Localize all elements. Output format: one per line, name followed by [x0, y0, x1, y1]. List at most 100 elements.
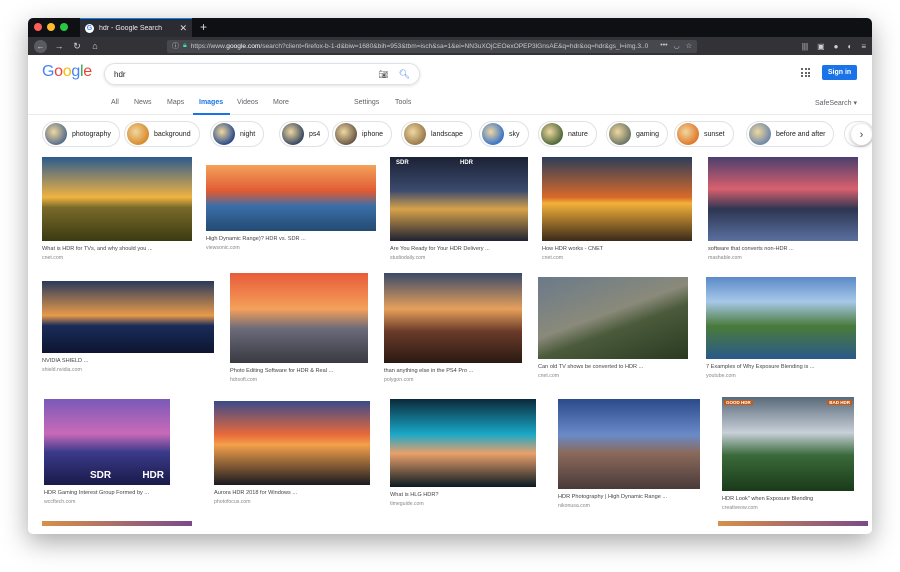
result-caption[interactable]: How HDR works - CNET — [542, 246, 692, 252]
chip-gaming[interactable]: gaming — [606, 121, 668, 147]
tab-news[interactable]: News — [134, 99, 152, 106]
site-info-icon[interactable]: ⓘ — [172, 41, 179, 51]
chip-photography[interactable]: photography — [42, 121, 120, 147]
maximize-window-button[interactable] — [60, 23, 68, 31]
result-caption[interactable]: HDR Gaming Interest Group Formed by ... — [44, 490, 170, 496]
result-thumbnail[interactable]: SDR HDR — [44, 399, 170, 485]
tab-title: hdr - Google Search — [99, 24, 163, 32]
result-thumbnail[interactable]: GOOD HDR BAD HDR — [722, 397, 854, 491]
image-result[interactable]: Aurora HDR 2018 for Windows ... photofocu… — [214, 401, 370, 505]
tab-all[interactable]: All — [111, 99, 119, 106]
page-actions-icon[interactable]: ••• — [660, 42, 667, 50]
reload-button[interactable]: ↻ — [71, 41, 83, 52]
result-thumbnail[interactable] — [206, 165, 376, 231]
account-icon[interactable]: ● — [834, 42, 839, 51]
extension-icon[interactable]: ◐ — [847, 42, 852, 51]
close-tab-icon[interactable]: ✕ — [179, 23, 187, 34]
tab-images[interactable]: Images — [199, 99, 223, 106]
close-window-button[interactable] — [34, 23, 42, 31]
result-caption[interactable]: Aurora HDR 2018 for Windows ... — [214, 490, 370, 496]
result-thumbnail[interactable] — [230, 273, 368, 363]
result-caption[interactable]: NVIDIA SHIELD ... — [42, 358, 214, 364]
image-result[interactable]: SDR HDR Are You Ready for Your HDR Deliver… — [390, 157, 528, 261]
menu-icon[interactable]: ≡ — [861, 42, 866, 51]
result-thumbnail[interactable] — [214, 401, 370, 485]
result-thumbnail[interactable] — [542, 157, 692, 241]
forward-button[interactable]: → — [53, 41, 65, 51]
tab-settings[interactable]: Settings — [354, 99, 379, 106]
result-caption[interactable]: Can old TV shows be converted to HDR ... — [538, 364, 688, 370]
result-domain: youtube.com — [706, 373, 736, 379]
chevron-right-icon[interactable]: › — [851, 124, 872, 145]
result-thumbnail[interactable] — [708, 157, 858, 241]
image-result[interactable]: software that converts non-HDR ... mashab… — [708, 157, 858, 261]
image-result[interactable]: Photo Editing Software for HDR & Real ..… — [230, 273, 368, 383]
tab-more[interactable]: More — [273, 99, 289, 106]
search-icon[interactable]: 🔍︎ — [399, 69, 410, 80]
chip-background[interactable]: background — [124, 121, 200, 147]
search-box[interactable]: hdr 📷︎ 🔍︎ — [104, 63, 420, 85]
image-result[interactable]: Can old TV shows be converted to HDR ...… — [538, 277, 688, 379]
safesearch-toggle[interactable]: SafeSearch ▾ — [815, 99, 857, 107]
image-result-partial[interactable] — [718, 521, 868, 526]
home-button[interactable]: ⌂ — [89, 41, 101, 51]
result-thumbnail[interactable] — [390, 399, 536, 487]
result-caption[interactable]: than anything else in the PS4 Pro ... — [384, 368, 522, 374]
apps-grid-icon[interactable] — [801, 68, 810, 77]
result-caption[interactable]: What is HDR for TVs, and why should you … — [42, 246, 192, 252]
sign-in-button[interactable]: Sign in — [822, 65, 857, 80]
result-thumbnail[interactable] — [42, 157, 192, 241]
result-domain: studiodaily.com — [390, 255, 426, 261]
pocket-icon[interactable]: ◡ — [674, 42, 680, 50]
tab-maps[interactable]: Maps — [167, 99, 184, 106]
result-caption[interactable]: 7 Examples of Why Exposure Blending is .… — [706, 364, 856, 370]
result-caption[interactable]: Are You Ready for Your HDR Delivery ... — [390, 246, 528, 252]
chip-ps4[interactable]: ps4 — [279, 121, 330, 147]
chip-sky[interactable]: sky — [479, 121, 529, 147]
browser-tab-active[interactable]: G hdr - Google Search ✕ — [80, 18, 192, 37]
image-result[interactable]: What is HDR for TVs, and why should you … — [42, 157, 192, 261]
result-thumbnail[interactable] — [558, 399, 700, 489]
back-button[interactable]: ← — [34, 39, 47, 53]
chip-landscape[interactable]: landscape — [401, 121, 472, 147]
result-caption[interactable]: software that converts non-HDR ... — [708, 246, 858, 252]
sidebar-icon[interactable]: ▣ — [817, 42, 825, 51]
tab-videos[interactable]: Videos — [237, 99, 258, 106]
camera-icon[interactable]: 📷︎ — [378, 70, 388, 79]
result-caption[interactable]: Photo Editing Software for HDR & Real ..… — [230, 368, 368, 374]
chip-iphone[interactable]: iphone — [332, 121, 393, 147]
image-result[interactable]: than anything else in the PS4 Pro ... pol… — [384, 273, 522, 383]
search-input[interactable]: hdr — [114, 70, 378, 79]
new-tab-button[interactable]: + — [200, 20, 207, 34]
lock-icon[interactable]: 🔒︎ — [183, 42, 187, 50]
image-result[interactable]: NVIDIA SHIELD ... shield.nvidia.com — [42, 281, 214, 373]
result-caption[interactable]: High Dynamic Range)? HDR vs. SDR ... — [206, 236, 376, 242]
library-icon[interactable]: ||| — [802, 42, 808, 51]
url-bar[interactable]: ⓘ 🔒︎ https://www.google.com/search?clien… — [167, 39, 697, 53]
image-result[interactable]: How HDR works - CNET cnet.com — [542, 157, 692, 261]
result-thumbnail[interactable]: SDR HDR — [390, 157, 528, 241]
result-thumbnail[interactable] — [538, 277, 688, 359]
chip-sunset[interactable]: sunset — [674, 121, 734, 147]
result-thumbnail[interactable] — [42, 281, 214, 353]
image-result[interactable]: What is HLG HDR? timeguide.com — [390, 399, 536, 507]
minimize-window-button[interactable] — [47, 23, 55, 31]
bookmark-star-icon[interactable]: ☆ — [686, 42, 692, 50]
image-result[interactable]: HDR Photography | High Dynamic Range ...… — [558, 399, 700, 509]
tab-tools[interactable]: Tools — [395, 99, 411, 106]
chip-nature[interactable]: nature — [538, 121, 597, 147]
image-result[interactable]: 7 Examples of Why Exposure Blending is .… — [706, 277, 856, 379]
image-result[interactable]: SDR HDR HDR Gaming Interest Group Formed b… — [44, 399, 170, 505]
result-thumbnail[interactable] — [706, 277, 856, 359]
result-caption[interactable]: HDR Look" when Exposure Blending — [722, 496, 854, 502]
result-caption[interactable]: HDR Photography | High Dynamic Range ... — [558, 494, 700, 500]
google-logo[interactable]: Google — [42, 63, 92, 81]
result-thumbnail[interactable] — [384, 273, 522, 363]
image-result[interactable]: GOOD HDR BAD HDR HDR Look" when Exposure B… — [722, 397, 854, 511]
image-result-partial[interactable] — [42, 521, 192, 526]
image-result[interactable]: High Dynamic Range)? HDR vs. SDR ... view… — [206, 165, 376, 251]
chip-before-and-after[interactable]: before and after — [746, 121, 835, 147]
chip-night[interactable]: night — [210, 121, 265, 147]
url-text[interactable]: https://www.google.com/search?client=fir… — [191, 43, 657, 50]
result-caption[interactable]: What is HLG HDR? — [390, 492, 536, 498]
